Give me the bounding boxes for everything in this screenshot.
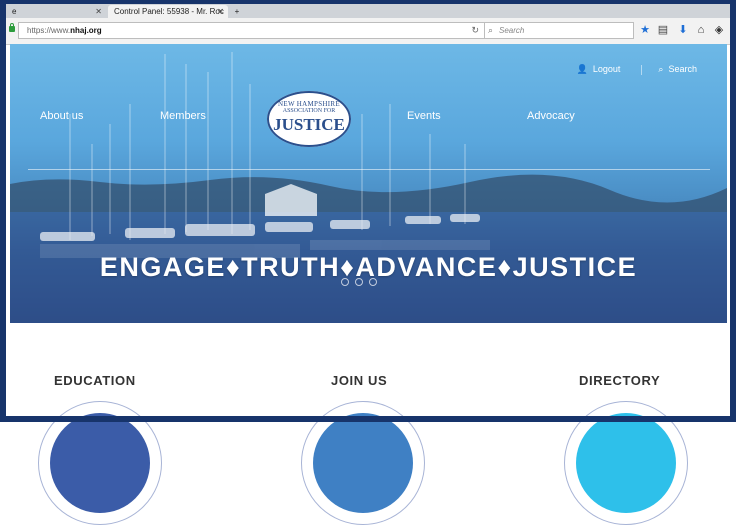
- site-logo[interactable]: NEW HAMPSHIRE ASSOCIATION FOR JUSTICE: [267, 91, 351, 147]
- home-icon[interactable]: ⌂: [694, 23, 708, 37]
- logo-line-1: NEW HAMPSHIRE: [278, 100, 340, 108]
- reload-icon[interactable]: ↻: [471, 23, 479, 38]
- download-icon[interactable]: ⬇: [676, 23, 690, 37]
- carousel-dot-2[interactable]: [355, 278, 363, 286]
- top-links-divider: [640, 64, 642, 75]
- url-host: nhaj.org: [70, 26, 102, 35]
- carousel-dots: [341, 273, 383, 291]
- main-content: EDUCATION JOIN US DIRECTORY: [10, 323, 727, 525]
- search-icon: ⌕: [488, 25, 494, 35]
- logout-label: Logout: [592, 64, 621, 74]
- tab-strip: e ✕ Control Panel: 55938 - Mr. Roc ✕ +: [6, 4, 730, 18]
- pocket-icon[interactable]: ◈: [712, 23, 726, 37]
- logout-link[interactable]: 👤 Logout: [577, 64, 621, 75]
- directory-circle-fill: [576, 413, 676, 513]
- tab-control-panel[interactable]: Control Panel: 55938 - Mr. Roc ✕: [108, 5, 228, 18]
- logo-line-3: JUSTICE: [273, 115, 345, 134]
- bookmark-star-icon[interactable]: ★: [638, 23, 652, 37]
- new-tab-icon[interactable]: +: [230, 5, 244, 18]
- url-bar[interactable]: https://www.nhaj.org ↻: [18, 22, 486, 39]
- browser-search-input[interactable]: ⌕ Search: [484, 22, 634, 39]
- top-links: 👤 Logout ⌕ Search: [563, 64, 697, 75]
- education-circle[interactable]: [38, 401, 162, 525]
- nav-about-us[interactable]: About us: [40, 110, 83, 122]
- hero-banner: 👤 Logout ⌕ Search About us Members Events …: [10, 44, 727, 323]
- join-us-circle[interactable]: [301, 401, 425, 525]
- close-tab-icon[interactable]: ✕: [217, 5, 224, 18]
- section-title-join-us: JOIN US: [331, 373, 388, 388]
- tab-label: Control Panel: 55938 - Mr. Roc: [114, 7, 224, 16]
- logo-line-2: ASSOCIATION FOR: [282, 108, 336, 114]
- nav-events[interactable]: Events: [407, 110, 441, 122]
- user-icon: 👤: [576, 64, 588, 74]
- carousel-dot-1[interactable]: [341, 278, 349, 286]
- search-placeholder: Search: [499, 26, 525, 35]
- search-icon: ⌕: [658, 64, 664, 74]
- tab-label: e: [12, 7, 17, 16]
- education-circle-fill: [50, 413, 150, 513]
- nav-members[interactable]: Members: [160, 110, 206, 122]
- tab-first[interactable]: e ✕: [6, 5, 106, 18]
- close-tab-icon[interactable]: ✕: [95, 5, 102, 18]
- site-search-link[interactable]: ⌕ Search: [658, 64, 697, 75]
- nav-divider: [28, 169, 710, 170]
- nav-advocacy[interactable]: Advocacy: [527, 110, 575, 122]
- bookmarks-list-icon[interactable]: ▤: [656, 23, 670, 37]
- browser-toolbar: https://www.nhaj.org ↻ ⌕ Search ★ ▤ ⬇ ⌂ …: [6, 18, 730, 45]
- url-prefix: https://www.: [27, 26, 71, 35]
- section-title-directory: DIRECTORY: [579, 373, 661, 388]
- directory-circle[interactable]: [564, 401, 688, 525]
- site-search-label: Search: [668, 64, 697, 74]
- join-us-circle-fill: [313, 413, 413, 513]
- lock-icon: [9, 23, 15, 32]
- section-title-education: EDUCATION: [54, 373, 136, 388]
- carousel-dot-3[interactable]: [369, 278, 377, 286]
